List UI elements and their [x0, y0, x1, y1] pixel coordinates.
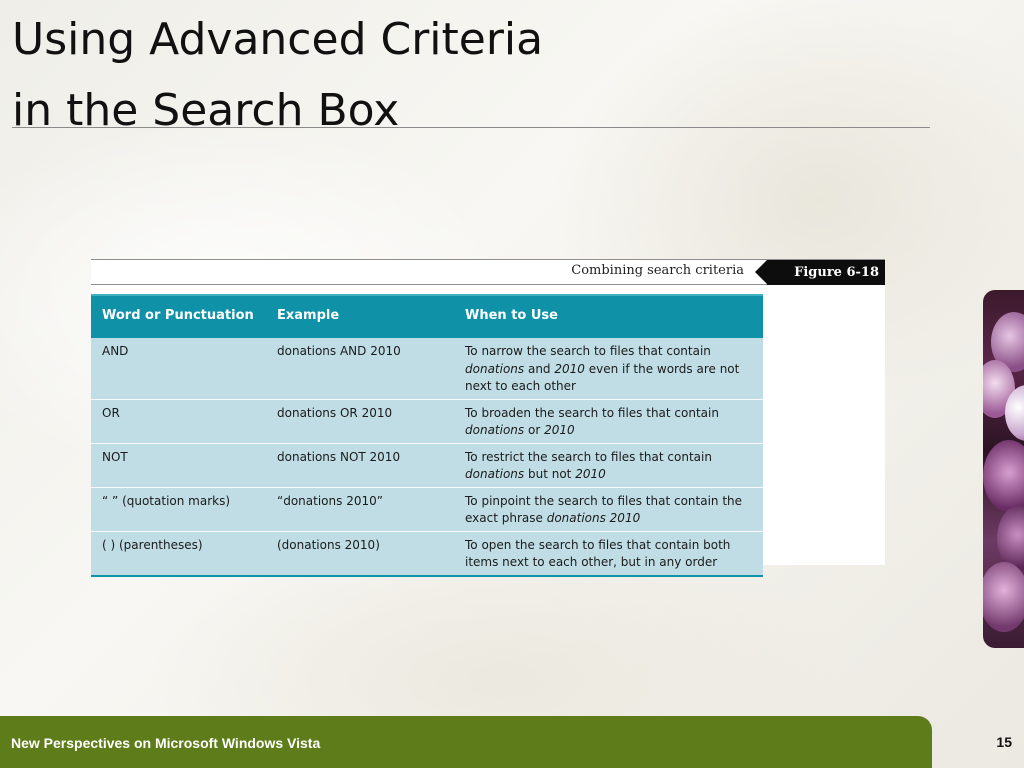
text-segment: To restrict the search to files that con…: [465, 449, 712, 464]
column-header-word: Word or Punctuation: [91, 294, 266, 338]
cell-when-to-use: To restrict the search to files that con…: [454, 443, 763, 488]
text-segment: To open the search to files that contain…: [465, 537, 731, 570]
italic-term: 2010: [575, 467, 606, 481]
figure-number-tag: Figure 6-18: [755, 260, 885, 285]
footer-bar: New Perspectives on Microsoft Windows Vi…: [0, 716, 932, 768]
column-header-when-to-use: When to Use: [454, 294, 763, 338]
italic-term: donations: [465, 423, 525, 437]
search-criteria-table: Word or Punctuation Example When to Use …: [91, 294, 763, 577]
text-segment: or: [524, 423, 545, 437]
italic-term: donations: [465, 361, 525, 376]
cell-example: donations NOT 2010: [266, 443, 454, 488]
italic-term: 2010: [544, 423, 575, 437]
cell-example: donations OR 2010: [266, 399, 454, 444]
title-underline: [12, 127, 930, 128]
cell-example: (donations 2010): [266, 531, 454, 577]
figure-caption: Combining search criteria: [571, 263, 744, 278]
figure-6-18: Combining search criteria Figure 6-18 Wo…: [91, 259, 885, 577]
column-header-example: Example: [266, 294, 454, 338]
title-line-2: in the Search Box: [12, 85, 400, 137]
cell-example: donations AND 2010: [266, 338, 454, 400]
table-row: NOT donations NOT 2010 To restrict the sea…: [91, 443, 763, 488]
cell-word: AND: [91, 338, 266, 400]
text-segment: but not: [524, 467, 576, 481]
cell-when-to-use: To open the search to files that contain…: [454, 531, 763, 577]
title-line-1: Using Advanced Criteria: [12, 14, 544, 65]
text-segment: To narrow the search to files that conta…: [465, 344, 711, 358]
flower-photo: [983, 290, 1024, 648]
page-number: 15: [996, 734, 1012, 750]
table-header-row: Word or Punctuation Example When to Use: [91, 294, 763, 338]
cell-word: OR: [91, 399, 266, 444]
italic-term: 2010: [554, 361, 585, 376]
cell-example: “donations 2010”: [266, 487, 454, 532]
footer-text: New Perspectives on Microsoft Windows Vi…: [11, 735, 321, 751]
figure-header-bar: Combining search criteria Figure 6-18: [91, 259, 885, 285]
cell-when-to-use: To narrow the search to files that conta…: [454, 338, 763, 400]
cell-word: ( ) (parentheses): [91, 531, 266, 577]
table-row: “ ” (quotation marks) “donations 2010” To …: [91, 487, 763, 532]
table-row: AND donations AND 2010 To narrow the searc…: [91, 338, 763, 400]
table-row: OR donations OR 2010 To broaden the search…: [91, 399, 763, 444]
italic-term: donations: [465, 467, 525, 481]
table-row: ( ) (parentheses) (donations 2010) To open…: [91, 531, 763, 577]
cell-when-to-use: To broaden the search to files that cont…: [454, 399, 763, 444]
text-segment: To broaden the search to files that cont…: [465, 405, 719, 420]
text-segment: and: [524, 361, 555, 376]
cell-word: “ ” (quotation marks): [91, 487, 266, 532]
cell-when-to-use: To pinpoint the search to files that con…: [454, 487, 763, 532]
cell-word: NOT: [91, 443, 266, 488]
italic-term: donations 2010: [546, 511, 641, 525]
slide-title: Using Advanced Criteria in the Search Bo…: [12, 4, 543, 147]
